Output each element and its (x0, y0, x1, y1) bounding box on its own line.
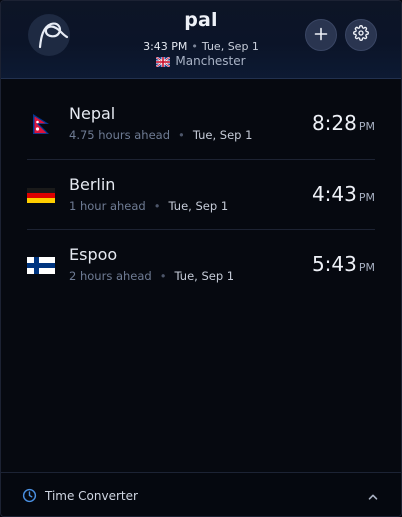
clock-date: Tue, Sep 1 (192, 128, 253, 142)
germany-flag-icon (27, 184, 55, 210)
clock-time: 5:43 PM (312, 252, 375, 276)
current-date: Tue, Sep 1 (201, 40, 259, 53)
current-time: 3:43 PM (143, 40, 188, 53)
clock-row-nepal[interactable]: Nepal 4.75 hours ahead • Tue, Sep 1 8:28 PM (27, 89, 375, 159)
clock-ampm: PM (358, 191, 375, 204)
clock-date: Tue, Sep 1 (168, 199, 229, 213)
separator-dot: • (178, 128, 185, 142)
app-window: pal 3:43 PM • Tue, Sep 1 Manchester Nepa… (0, 0, 402, 517)
clock-time-value: 8:28 (311, 111, 357, 135)
clock-list: Nepal 4.75 hours ahead • Tue, Sep 1 8:28 PM… (1, 89, 401, 299)
clock-ampm: PM (358, 120, 375, 133)
clock-name: Nepal (69, 104, 116, 123)
location-name: Manchester (175, 54, 246, 68)
nepal-flag-icon (27, 113, 55, 139)
clock-name: Espoo (69, 245, 118, 264)
clock-meta: 2 hours ahead • Tue, Sep 1 (69, 269, 234, 283)
current-location: Manchester (1, 54, 401, 70)
app-title: pal (184, 9, 218, 31)
clock-offset: 4.75 hours ahead (69, 128, 171, 142)
clock-offset: 1 hour ahead (69, 199, 146, 213)
clock-ampm: PM (358, 261, 375, 274)
clock-icon (22, 488, 37, 507)
add-clock-button[interactable] (305, 19, 337, 51)
clock-time: 8:28 PM (312, 111, 375, 135)
gear-icon (353, 25, 369, 45)
clock-offset: 2 hours ahead (69, 269, 152, 283)
clock-name: Berlin (69, 175, 116, 194)
chevron-up-icon[interactable] (367, 488, 379, 507)
time-converter-bar[interactable]: Time Converter (1, 472, 401, 516)
clock-date: Tue, Sep 1 (174, 269, 235, 283)
clock-time: 4:43 PM (312, 182, 375, 206)
clock-time-value: 4:43 (311, 182, 357, 206)
clock-row-berlin[interactable]: Berlin 1 hour ahead • Tue, Sep 1 4:43 PM (27, 159, 375, 229)
clock-meta: 4.75 hours ahead • Tue, Sep 1 (69, 128, 252, 142)
separator-dot: • (191, 40, 198, 53)
time-converter-label: Time Converter (45, 489, 138, 503)
uk-flag-icon (155, 56, 171, 70)
plus-icon (314, 26, 328, 45)
clock-time-value: 5:43 (311, 252, 357, 276)
settings-button[interactable] (345, 19, 377, 51)
separator-dot: • (159, 269, 167, 283)
clock-row-espoo[interactable]: Espoo 2 hours ahead • Tue, Sep 1 5:43 PM (27, 229, 375, 299)
current-time-line: 3:43 PM • Tue, Sep 1 (1, 40, 401, 53)
clock-meta: 1 hour ahead • Tue, Sep 1 (69, 199, 228, 213)
separator-dot: • (153, 199, 161, 213)
finland-flag-icon (27, 254, 55, 280)
header: pal 3:43 PM • Tue, Sep 1 Manchester (1, 1, 401, 79)
